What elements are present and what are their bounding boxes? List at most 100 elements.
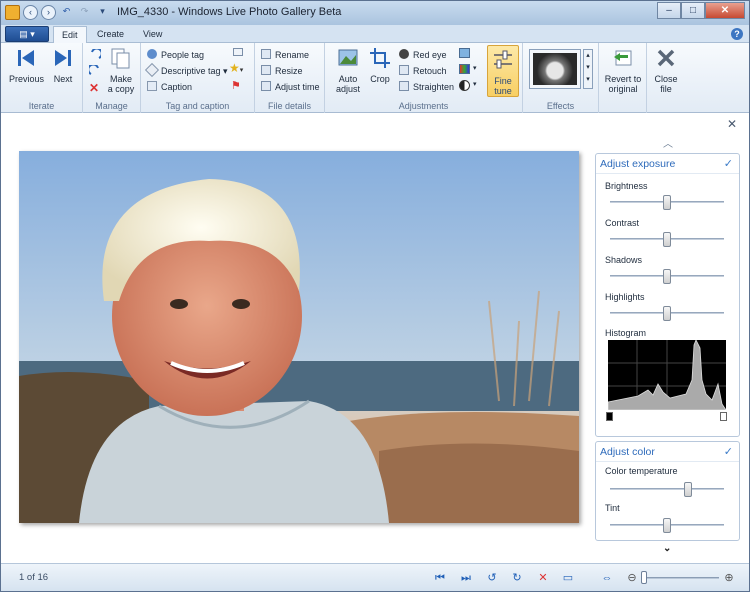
highlights-thumb[interactable] [663,306,671,321]
shadows-slider[interactable] [610,269,724,284]
histogram-chart [608,340,726,410]
group-effects: ▴ ▾ ▾ Effects [523,43,599,113]
rating-star-icon[interactable]: ★▾ [229,61,243,75]
group-label-tag-caption: Tag and caption [165,101,230,111]
histogram-white-point[interactable] [720,412,727,421]
contrast-label: Contrast [605,218,640,228]
red-eye-button[interactable]: Red eye [399,48,447,62]
last-photo-icon[interactable]: ⏭ [459,571,473,585]
revert-icon [614,50,632,66]
tab-create[interactable]: Create [89,26,132,43]
flag-icon[interactable]: ⚑ [231,79,241,92]
group-revert: Revert to original [599,43,647,113]
eye-icon [399,49,409,59]
descriptive-tag-button[interactable]: Descriptive tag ▾ [144,62,228,78]
redo-icon[interactable]: ↷ [77,5,92,20]
brightness-slider[interactable] [610,195,724,210]
straighten-button[interactable]: Straighten [399,80,454,94]
ribbon-tab-row: ▤ ▾ Edit Create View ? [1,25,749,43]
photo-image [19,151,579,523]
file-menu-button[interactable]: ▤ ▾ [5,26,49,42]
delete-icon[interactable]: ✕ [89,81,99,95]
tint-thumb[interactable] [663,518,671,533]
retouch-button[interactable]: Retouch [399,64,447,78]
color-temperature-slider[interactable] [610,482,724,497]
quick-access-toolbar: ‹ › ↶ ↷ ▾ [5,5,110,20]
black-white-icon[interactable] [459,80,470,91]
zoom-in-icon[interactable]: ⊕ [722,571,736,585]
tint-slider[interactable] [610,518,724,533]
fit-to-window-icon[interactable]: ⇔ [600,571,614,585]
retouch-icon [399,65,409,75]
effects-gallery[interactable] [529,49,581,89]
fine-tune-button[interactable]: Fine tune [487,45,519,97]
zoom-out-icon[interactable]: ⊖ [625,571,639,585]
forward-icon[interactable]: › [41,5,56,20]
revert-to-original-button[interactable]: Revert to original [602,47,644,94]
histogram-black-point[interactable] [606,412,613,421]
zoom-thumb[interactable] [641,571,647,584]
auto-adjust-button[interactable]: Auto adjust [331,47,365,94]
adjust-time-button[interactable]: Adjust time [261,80,320,94]
group-label-iterate: Iterate [28,101,55,111]
contrast-slider[interactable] [610,232,724,247]
minimize-button[interactable]: – [657,2,681,19]
shadows-thumb[interactable] [663,269,671,284]
close-pane-icon[interactable]: ✕ [727,117,737,131]
color-temperature-thumb[interactable] [683,482,692,497]
group-label-adjustments: Adjustments [398,101,449,111]
clock-icon [261,81,271,91]
rotate-right-icon[interactable]: ↻ [510,571,524,585]
color-icon[interactable] [459,64,470,74]
make-copy-button[interactable]: Make a copy [105,47,137,94]
contrast-thumb[interactable] [663,232,671,247]
highlights-slider[interactable] [610,306,724,321]
title-bar: ‹ › ↶ ↷ ▾ IMG_4330 - Windows Live Photo … [1,1,749,25]
rotate-left-icon[interactable] [89,49,101,61]
scroll-up-icon[interactable]: ︿ [663,135,673,150]
app-window: ‹ › ↶ ↷ ▾ IMG_4330 - Windows Live Photo … [0,0,750,592]
tab-edit[interactable]: Edit [53,26,87,43]
back-icon[interactable]: ‹ [23,5,38,20]
resize-button[interactable]: Resize [261,64,303,78]
app-icon[interactable] [5,5,20,20]
previous-button[interactable]: Previous [9,47,44,84]
close-window-button[interactable]: ✕ [705,2,745,19]
photo-position: 1 of 16 [19,572,49,583]
slideshow-icon[interactable]: ▭ [561,571,575,585]
first-photo-icon[interactable]: ⏮ [433,571,447,585]
caption-button[interactable]: Caption [147,80,192,94]
adjust-exposure-header[interactable]: Adjust exposure [596,154,739,174]
sliders-icon [494,50,512,69]
scroll-down-icon[interactable]: ⌄ [663,543,671,554]
delete-icon[interactable]: ✕ [536,571,550,585]
highlights-label: Highlights [605,292,645,302]
tab-view[interactable]: View [135,26,170,43]
shadows-label: Shadows [605,255,643,265]
rotate-left-icon[interactable]: ↺ [485,571,499,585]
person-icon [147,49,157,59]
geotag-icon[interactable] [233,48,243,56]
people-tag-button[interactable]: People tag [147,48,204,62]
zoom-slider[interactable] [641,577,719,579]
color-dropdown-icon[interactable]: ▾ [473,64,477,72]
crop-button[interactable]: Crop [367,47,393,84]
rotate-right-icon[interactable] [89,65,101,77]
qat-dropdown-icon[interactable]: ▾ [95,5,110,20]
photo-canvas[interactable] [19,151,579,523]
group-close: Close file [647,43,685,113]
help-icon[interactable]: ? [731,28,743,40]
maximize-button[interactable]: □ [681,2,705,19]
bw-dropdown-icon[interactable]: ▾ [473,80,477,88]
brightness-thumb[interactable] [663,195,671,210]
exposure-icon[interactable] [459,48,470,58]
effect-thumbnail[interactable] [533,53,577,85]
rename-button[interactable]: Rename [261,48,309,62]
close-icon [657,49,675,67]
next-button[interactable]: Next [49,47,77,84]
adjust-color-header[interactable]: Adjust color [596,442,739,462]
undo-icon[interactable]: ↶ [59,5,74,20]
effects-scroll-icon[interactable]: ▴ ▾ ▾ [583,49,593,89]
color-temperature-label: Color temperature [605,466,678,476]
close-file-button[interactable]: Close file [651,47,681,94]
